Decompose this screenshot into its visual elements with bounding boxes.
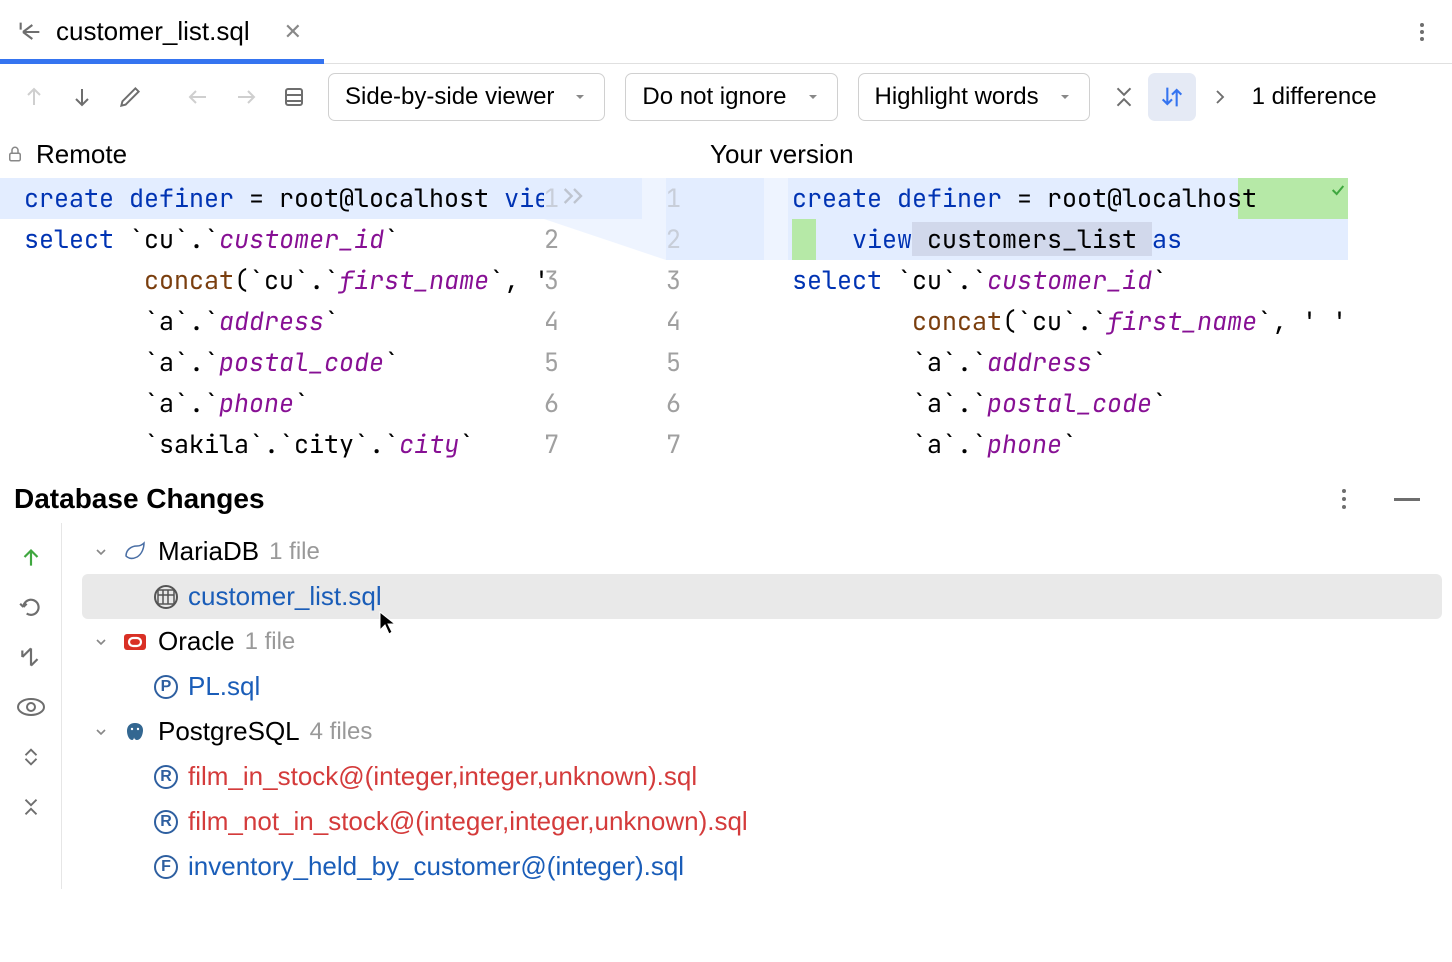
more-chevron-button[interactable] <box>1196 73 1244 121</box>
postgresql-icon <box>122 719 148 745</box>
tree-node-label: Oracle <box>158 626 235 657</box>
lock-icon <box>6 145 30 163</box>
view-mode-label: Side-by-side viewer <box>345 83 554 111</box>
sync-scroll-button[interactable] <box>1148 73 1196 121</box>
nav-forward-button[interactable] <box>222 73 270 121</box>
diff-header: Remote Your version <box>0 130 1452 178</box>
tree-node-label: MariaDB <box>158 536 259 567</box>
code-line[interactable]: select `cu`.`customer_id` <box>0 219 544 260</box>
tree-file-label: film_not_in_stock@(integer,integer,unkno… <box>188 806 748 837</box>
tree-file-inventory-held[interactable]: F inventory_held_by_customer@(integer).s… <box>82 844 1452 889</box>
nav-back-button[interactable] <box>174 73 222 121</box>
close-tab-button[interactable]: ✕ <box>266 19 320 45</box>
highlight-mode-dropdown[interactable]: Highlight words <box>858 73 1090 121</box>
expand-all-icon[interactable] <box>15 741 47 773</box>
panel-minimize-button[interactable] <box>1394 498 1420 501</box>
panel-options-button[interactable] <box>1324 489 1364 509</box>
tree-file-customer-list[interactable]: customer_list.sql <box>82 574 1442 619</box>
diff-toolbar: Side-by-side viewer Do not ignore Highli… <box>0 64 1452 130</box>
rollback-icon[interactable] <box>15 591 47 623</box>
right-pane-title: Your version <box>710 139 854 170</box>
ignore-mode-dropdown[interactable]: Do not ignore <box>625 73 837 121</box>
apply-change-icon[interactable] <box>560 186 588 206</box>
mariadb-icon <box>122 539 148 565</box>
next-change-button[interactable] <box>58 73 106 121</box>
file-count: 4 files <box>310 718 373 746</box>
highlight-mode-label: Highlight words <box>875 83 1039 111</box>
code-line[interactable]: `a`.`address` <box>788 342 1348 383</box>
code-line[interactable]: concat(`cu`.`first_name`, ' <box>0 260 544 301</box>
procedure-badge-icon: P <box>154 675 178 699</box>
file-count: 1 file <box>269 538 320 566</box>
tree-file-pl[interactable]: P PL.sql <box>82 664 1452 709</box>
oracle-icon <box>122 629 148 655</box>
left-pane-title: Remote <box>36 139 127 170</box>
code-line[interactable]: create definer = root@localhost vie <box>0 178 544 219</box>
diff-body: create definer = root@localhost vie sele… <box>0 178 1452 465</box>
left-code-pane[interactable]: create definer = root@localhost vie sele… <box>0 178 544 465</box>
code-line[interactable]: `a`.`phone` <box>0 383 544 424</box>
file-count: 1 file <box>245 628 296 656</box>
panel-title: Database Changes <box>14 483 265 515</box>
diff-count-label: 1 difference <box>1252 83 1377 111</box>
code-line[interactable]: `a`.`phone` <box>788 424 1348 465</box>
chevron-down-icon <box>90 724 112 740</box>
panel-body: MariaDB 1 file customer_list.sql Oracle … <box>0 523 1452 889</box>
edit-button[interactable] <box>106 73 154 121</box>
tree-file-film-not-in-stock[interactable]: R film_not_in_stock@(integer,integer,unk… <box>82 799 1452 844</box>
code-line[interactable]: create definer = root@localhost <box>788 178 1348 219</box>
diff-gutter: 1 2 3 4 5 6 7 1 2 3 4 5 6 7 <box>544 178 788 465</box>
tree-node-mariadb[interactable]: MariaDB 1 file <box>82 529 1452 574</box>
panel-header: Database Changes <box>0 465 1452 523</box>
tab-progress-bar <box>0 59 324 64</box>
tab-bar: customer_list.sql ✕ <box>0 0 1452 64</box>
tree-file-label: film_in_stock@(integer,integer,unknown).… <box>188 761 697 792</box>
tree-file-film-in-stock[interactable]: R film_in_stock@(integer,integer,unknown… <box>82 754 1452 799</box>
code-line[interactable]: select `cu`.`customer_id` <box>788 260 1348 301</box>
tree-file-label: inventory_held_by_customer@(integer).sql <box>188 851 684 882</box>
tree-node-postgresql[interactable]: PostgreSQL 4 files <box>82 709 1452 754</box>
code-line[interactable]: view customers_list as <box>788 219 1348 260</box>
routine-badge-icon: R <box>154 810 178 834</box>
tree-node-label: PostgreSQL <box>158 716 300 747</box>
routine-badge-icon: R <box>154 765 178 789</box>
tab-overflow-button[interactable] <box>1392 23 1452 41</box>
view-mode-dropdown[interactable]: Side-by-side viewer <box>328 73 605 121</box>
tree-file-label: customer_list.sql <box>188 581 382 612</box>
list-view-button[interactable] <box>270 73 318 121</box>
changes-tree: MariaDB 1 file customer_list.sql Oracle … <box>62 523 1452 889</box>
function-badge-icon: F <box>154 855 178 879</box>
tree-node-oracle[interactable]: Oracle 1 file <box>82 619 1452 664</box>
code-line[interactable]: concat(`cu`.`first_name`, ' ', <box>788 301 1348 342</box>
chevron-down-icon <box>572 89 588 105</box>
view-badge-icon <box>154 585 178 609</box>
chevron-down-icon <box>90 634 112 650</box>
right-code-pane[interactable]: create definer = root@localhost view cus… <box>788 178 1348 465</box>
back-jump-icon <box>14 16 46 48</box>
collapse-unchanged-button[interactable] <box>1100 73 1148 121</box>
prev-change-button[interactable] <box>10 73 58 121</box>
tree-file-label: PL.sql <box>188 671 260 702</box>
code-line[interactable]: `sakila`.`city`.`city` <box>0 424 544 465</box>
chevron-down-icon <box>805 89 821 105</box>
tab-title: customer_list.sql <box>56 16 250 47</box>
shelve-icon[interactable] <box>15 641 47 673</box>
code-line[interactable]: `a`.`address` <box>0 301 544 342</box>
right-gutter: 1 2 3 4 5 6 7 <box>666 178 788 465</box>
chevron-down-icon <box>1057 89 1073 105</box>
commit-icon[interactable] <box>15 541 47 573</box>
panel-side-toolbar <box>0 523 62 889</box>
editor-tab[interactable]: customer_list.sql <box>0 0 266 63</box>
left-gutter: 1 2 3 4 5 6 7 <box>544 178 666 465</box>
code-line[interactable]: `a`.`postal_code` <box>0 342 544 383</box>
show-diff-icon[interactable] <box>15 691 47 723</box>
chevron-down-icon <box>90 544 112 560</box>
inspection-ok-icon <box>1330 182 1346 198</box>
collapse-all-icon[interactable] <box>15 791 47 823</box>
ignore-mode-label: Do not ignore <box>642 83 786 111</box>
code-line[interactable]: `a`.`postal_code` <box>788 383 1348 424</box>
